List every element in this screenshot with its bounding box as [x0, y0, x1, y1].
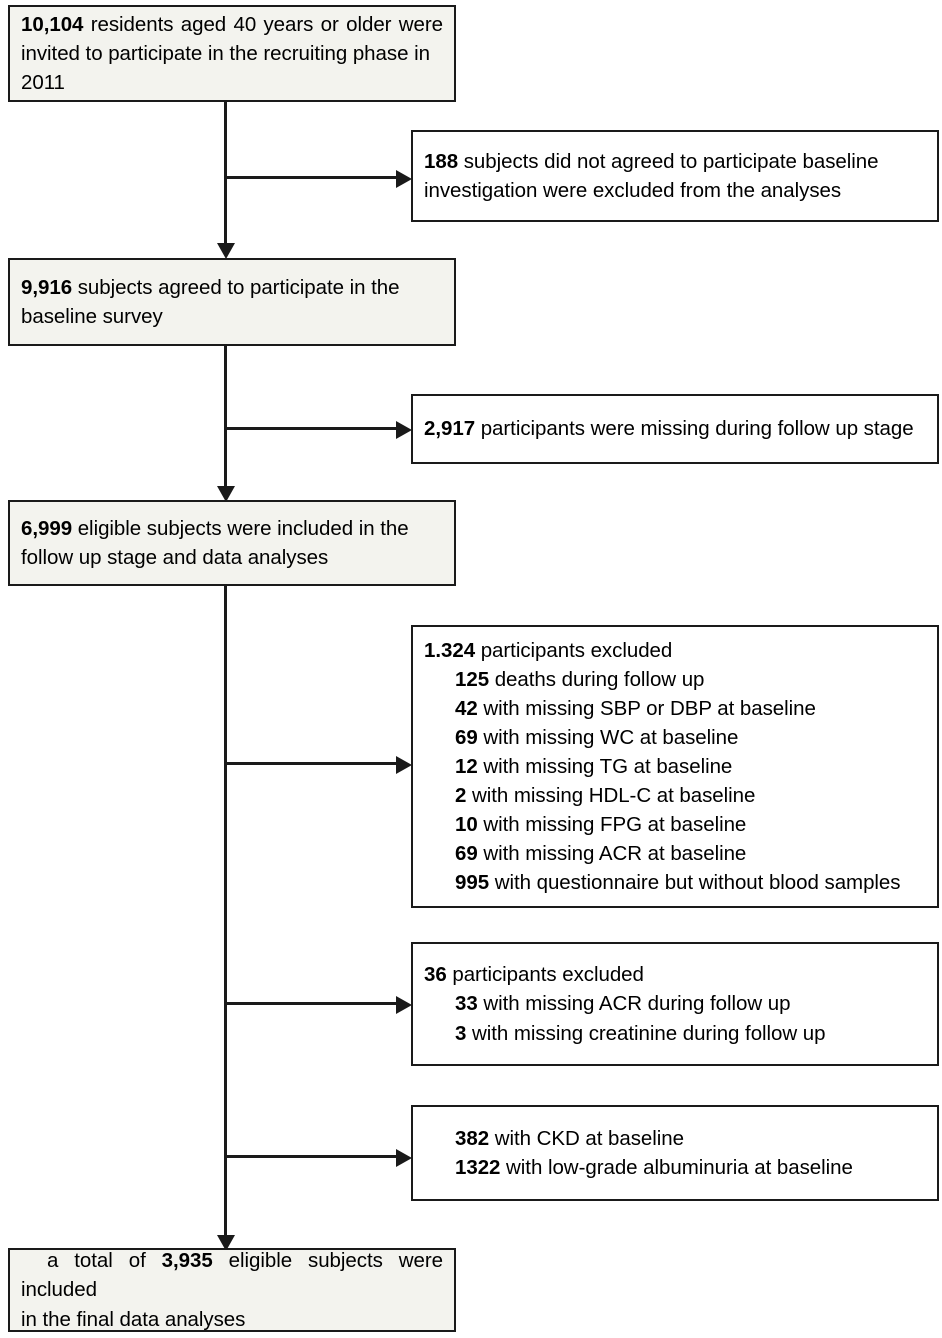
connector-branch-188-arrowhead [396, 170, 412, 188]
excl-item-text: with low-grade albuminuria at baseline [500, 1156, 853, 1179]
box-baseline-agreed: 9,916 subjects agreed to participate in … [8, 258, 456, 346]
excl-2917-count: 2,917 [424, 417, 476, 441]
excl-item: 995 with questionnaire but without blood… [424, 868, 926, 897]
connector-branch-36 [224, 1002, 398, 1005]
excl-item-count: 10 [455, 813, 478, 837]
connector-branch-188 [224, 176, 398, 179]
excl-item-count: 69 [455, 842, 478, 866]
recruited-count: 10,104 [21, 12, 84, 36]
eligible-count: 6,999 [21, 516, 73, 540]
excl-item-count: 12 [455, 754, 478, 778]
excl-item-text: with questionnaire but without blood sam… [489, 871, 901, 895]
excl-item: 12 with missing TG at baseline [424, 752, 926, 781]
excl-item: 2 with missing HDL-C at baseline [424, 781, 926, 810]
box-excluded-not-agreed: 188 subjects did not agreed to participa… [411, 130, 939, 222]
excl-188-count: 188 [424, 149, 459, 173]
excl-item-count: 995 [455, 871, 490, 895]
recruited-line1: residents aged 40 years or older were [83, 12, 443, 36]
connector-trunk-1-arrowhead [217, 243, 235, 259]
connector-branch-ckd-arrowhead [396, 1149, 412, 1167]
excl-item-count: 2 [455, 784, 467, 808]
box-eligible-followup: 6,999 eligible subjects were included in… [8, 500, 456, 586]
final-count: 3,935 [161, 1249, 213, 1273]
flow-diagram-canvas: 10,104 residents aged 40 years or older … [0, 0, 942, 1338]
excl-188-line2: investigation were excluded from the ana… [424, 179, 842, 202]
excl-item-text: with missing WC at baseline [477, 725, 739, 749]
baseline-count: 9,916 [21, 275, 73, 299]
final-prefix: a total of [47, 1249, 162, 1273]
excl-item: 1322 with low-grade albuminuria at basel… [424, 1153, 926, 1182]
excl-item: 125 deaths during follow up [424, 665, 926, 694]
excl-item-text: with missing SBP or DBP at baseline [477, 696, 816, 720]
excl-item: 69 with missing WC at baseline [424, 723, 926, 752]
connector-trunk-3 [224, 585, 227, 1245]
excl-item-count: 69 [455, 725, 478, 749]
excl-item-text: with missing creatinine during follow up [466, 1021, 826, 1045]
excl-item-text: deaths during follow up [489, 667, 705, 691]
baseline-line2: baseline survey [21, 305, 163, 328]
excl-1324-count: 1.324 [424, 638, 476, 662]
connector-branch-2917 [224, 427, 398, 430]
excl-item-count: 382 [455, 1126, 490, 1150]
baseline-line1: subjects agreed to participate in the [72, 275, 400, 299]
excl-item: 33 with missing ACR during follow up [424, 989, 926, 1018]
box-excluded-ckd-albuminuria: 382 with CKD at baseline 1322 with low-g… [411, 1105, 939, 1201]
excl-item-count: 33 [455, 992, 478, 1016]
excl-36-line1: participants excluded [446, 963, 644, 987]
recruited-line3: 2011 [21, 71, 65, 95]
connector-branch-ckd [224, 1155, 398, 1158]
excl-36-count: 36 [424, 963, 447, 987]
eligible-line2: follow up stage and data analyses [21, 546, 329, 569]
excl-item: 382 with CKD at baseline [424, 1124, 926, 1153]
excl-item-count: 125 [455, 667, 490, 691]
connector-branch-2917-arrowhead [396, 421, 412, 439]
connector-branch-1324-arrowhead [396, 756, 412, 774]
connector-branch-36-arrowhead [396, 996, 412, 1014]
excl-item-text: with missing ACR during follow up [477, 992, 791, 1016]
excl-1324-line1: participants excluded [475, 638, 673, 662]
excl-item: 42 with missing SBP or DBP at baseline [424, 694, 926, 723]
box-excluded-missing-followup: 2,917 participants were missing during f… [411, 394, 939, 464]
box-excluded-followup-batch: 36 participants excluded 33 with missing… [411, 942, 939, 1066]
final-line2: in the final data analyses [21, 1307, 246, 1331]
excl-item-text: with missing FPG at baseline [477, 813, 747, 837]
excl-item-count: 3 [455, 1021, 467, 1045]
excl-188-line1: subjects did not agreed to participate b… [458, 149, 879, 173]
excl-item-count: 42 [455, 696, 478, 720]
excl-item: 3 with missing creatinine during follow … [424, 1019, 926, 1048]
excl-item-text: with missing ACR at baseline [477, 842, 747, 866]
excl-item: 10 with missing FPG at baseline [424, 810, 926, 839]
box-recruited-residents: 10,104 residents aged 40 years or older … [8, 5, 456, 102]
excl-item-text: with CKD at baseline [489, 1126, 684, 1150]
excl-item-text: with missing HDL-C at baseline [466, 784, 756, 808]
excl-item-text: with missing TG at baseline [477, 754, 733, 778]
connector-trunk-2 [224, 345, 227, 495]
excl-item-count: 1322 [455, 1156, 501, 1179]
connector-branch-1324 [224, 762, 398, 765]
box-final-analysis: a total of 3,935 eligible subjects were … [8, 1248, 456, 1332]
eligible-line1: eligible subjects were included in the [72, 516, 409, 540]
recruited-line2: invited to participate in the recruiting… [21, 41, 430, 65]
box-excluded-baseline-batch: 1.324 participants excluded 125 deaths d… [411, 625, 939, 908]
excl-item: 69 with missing ACR at baseline [424, 839, 926, 868]
excl-2917-line1: participants were missing during follow … [475, 417, 914, 441]
